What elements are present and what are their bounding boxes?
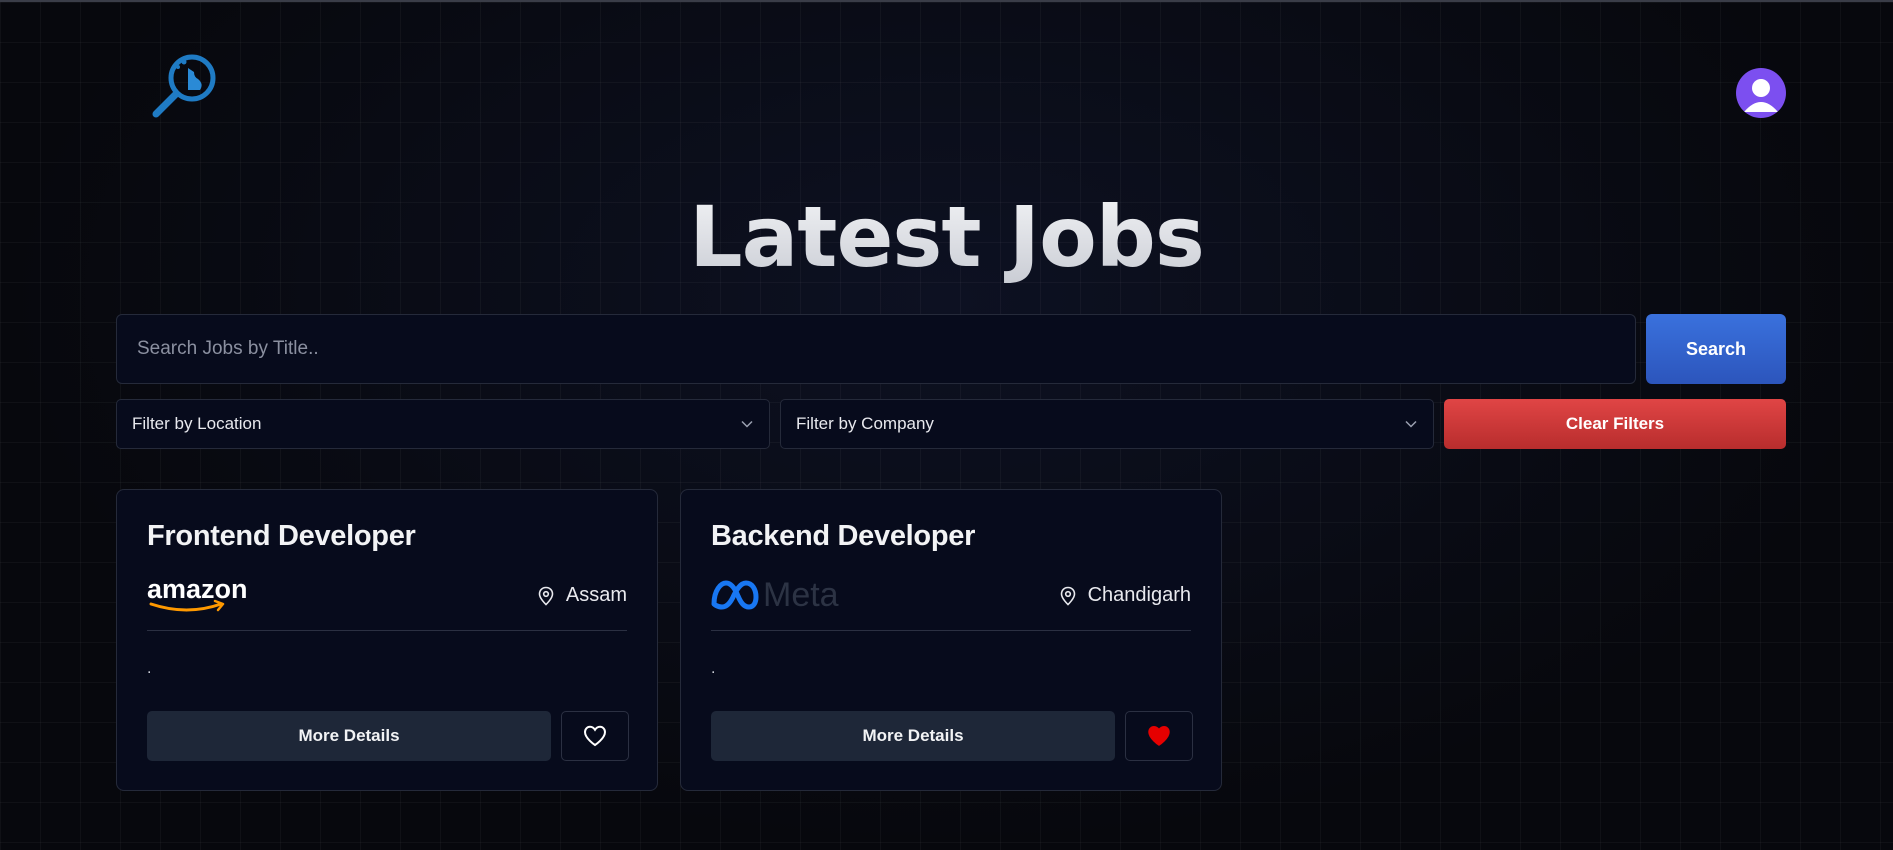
- job-location: Chandigarh: [1058, 584, 1191, 607]
- favorite-button[interactable]: [1125, 711, 1193, 761]
- job-description: .: [147, 660, 152, 677]
- header: [0, 2, 1893, 142]
- favorite-button[interactable]: [561, 711, 629, 761]
- search-input[interactable]: [116, 314, 1636, 384]
- location-pin-icon: [538, 586, 554, 606]
- logo-icon[interactable]: [148, 48, 222, 120]
- more-details-button[interactable]: More Details: [711, 711, 1115, 761]
- page-title: Latest Jobs: [0, 188, 1893, 286]
- company-filter-label: Filter by Company: [796, 414, 934, 433]
- job-card: Frontend Developer amazon Assam . More D…: [116, 489, 658, 791]
- meta-logo: Meta: [711, 576, 867, 617]
- location-filter-select[interactable]: Filter by Location: [116, 399, 770, 449]
- search-button[interactable]: Search: [1646, 314, 1786, 384]
- card-divider: [711, 630, 1191, 631]
- chevron-down-icon: [1405, 420, 1417, 428]
- job-description: .: [711, 660, 716, 677]
- job-location-text: Chandigarh: [1087, 584, 1191, 606]
- company-logo-text: Meta: [763, 576, 839, 612]
- job-location-text: Assam: [565, 584, 627, 606]
- job-title: Frontend Developer: [147, 520, 416, 552]
- chevron-down-icon: [741, 420, 753, 428]
- location-filter-label: Filter by Location: [132, 414, 262, 433]
- location-pin-icon: [1060, 586, 1075, 606]
- more-details-button[interactable]: More Details: [147, 711, 551, 761]
- clear-filters-button[interactable]: Clear Filters: [1444, 399, 1786, 449]
- job-title: Backend Developer: [711, 520, 976, 552]
- card-divider: [147, 630, 627, 631]
- user-avatar-icon[interactable]: [1736, 68, 1786, 118]
- heart-filled-icon: [1148, 726, 1170, 746]
- amazon-logo: amazon: [147, 574, 251, 617]
- job-card: Backend Developer Meta Chandigarh . More…: [680, 489, 1222, 791]
- company-logo-text: amazon: [147, 576, 248, 604]
- heart-outline-icon: [583, 725, 607, 747]
- company-filter-select[interactable]: Filter by Company: [780, 399, 1434, 449]
- job-location: Assam: [536, 584, 627, 607]
